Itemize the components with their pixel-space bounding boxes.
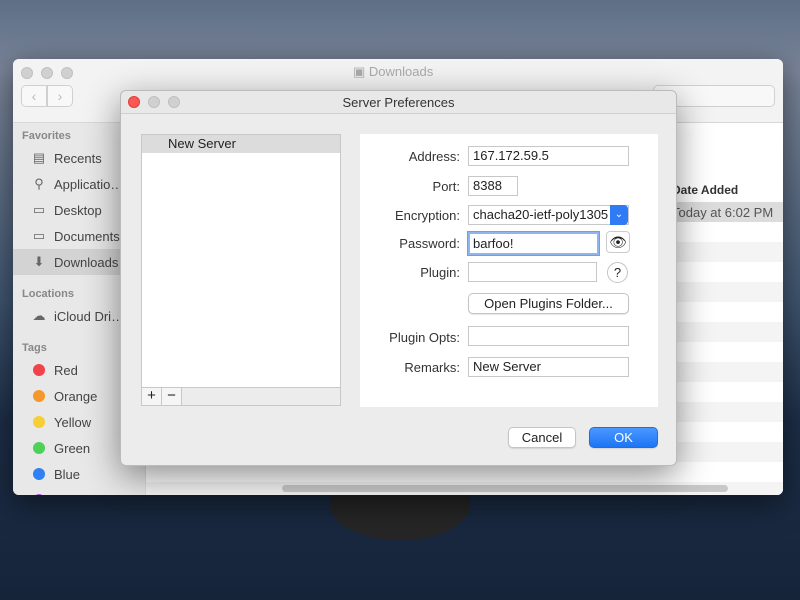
help-icon[interactable]: ? xyxy=(607,262,628,283)
sidebar-item-label: Yellow xyxy=(54,414,92,430)
server-preferences-dialog: Server Preferences New Server + − Addres… xyxy=(120,90,677,466)
tag-color-dot-icon xyxy=(33,494,45,495)
sidebar-item-label: Documents xyxy=(54,228,120,244)
sidebar-item-label: Red xyxy=(54,362,78,378)
password-label: Password: xyxy=(399,236,460,251)
back-button[interactable]: ‹ xyxy=(21,85,47,107)
open-plugins-folder-button[interactable]: Open Plugins Folder... xyxy=(468,293,629,314)
server-list-controls: + − xyxy=(141,388,341,406)
column-header-date-added[interactable]: Date Added xyxy=(672,183,738,197)
ok-button[interactable]: OK xyxy=(589,427,658,448)
finder-title-text: Downloads xyxy=(368,64,434,79)
sidebar-item-label: Orange xyxy=(54,388,98,404)
encryption-value: chacha20-ietf-poly1305 xyxy=(473,207,609,222)
encryption-select[interactable]: chacha20-ietf-poly1305 ⌄ xyxy=(468,205,629,225)
tag-color-dot-icon xyxy=(33,468,45,480)
dialog-title: Server Preferences xyxy=(342,95,455,110)
finder-close-button[interactable] xyxy=(21,67,33,79)
row-date: Today at 6:02 PM xyxy=(672,205,774,220)
tag-color-dot-icon xyxy=(33,442,45,454)
sidebar-item-label: iCloud Dri… xyxy=(54,308,125,324)
forward-button[interactable]: › xyxy=(47,85,73,107)
port-label: Port: xyxy=(432,179,460,194)
remove-server-button[interactable]: − xyxy=(162,388,182,405)
applications-icon: ⚲ xyxy=(34,176,44,191)
sidebar-item-label: Blue xyxy=(54,466,81,482)
documents-icon: ▭ xyxy=(32,228,46,243)
address-label: Address: xyxy=(408,149,460,164)
server-list-item[interactable]: New Server xyxy=(142,135,340,153)
port-field[interactable]: 8388 xyxy=(468,176,518,196)
finder-zoom-button[interactable] xyxy=(61,67,73,79)
downloads-icon: ⬇ xyxy=(33,254,45,269)
plugin-opts-label: Plugin Opts: xyxy=(389,330,460,345)
add-server-button[interactable]: + xyxy=(142,388,162,405)
sidebar-item-label: Green xyxy=(54,440,91,456)
tag-color-dot-icon xyxy=(33,416,45,428)
server-form: Address: 167.172.59.5 Port: 8388 Encrypt… xyxy=(360,134,658,407)
chevron-down-icon: ⌄ xyxy=(610,205,628,225)
plugin-opts-field[interactable] xyxy=(468,326,629,346)
recents-icon: ▤ xyxy=(32,150,46,165)
show-password-eye-icon[interactable]: 👁 xyxy=(606,231,630,253)
sidebar-item-label: Downloads xyxy=(54,254,119,270)
remarks-field[interactable]: New Server xyxy=(468,357,629,377)
cancel-button[interactable]: Cancel xyxy=(508,427,576,448)
sidebar-item-label: Purple xyxy=(54,493,92,496)
sidebar-item-label: Applicatio… xyxy=(54,176,124,192)
finder-title: ▣ Downloads xyxy=(353,64,434,79)
dialog-titlebar: Server Preferences xyxy=(121,91,676,114)
plugin-field[interactable] xyxy=(468,262,597,282)
plugin-label: Plugin: xyxy=(420,265,460,280)
sidebar-tag-purple[interactable]: Purple xyxy=(13,487,145,495)
server-list: New Server xyxy=(141,134,341,388)
sidebar-item-label: Desktop xyxy=(54,202,102,218)
address-field[interactable]: 167.172.59.5 xyxy=(468,146,629,166)
tag-color-dot-icon xyxy=(33,364,45,376)
horizontal-scrollbar[interactable] xyxy=(282,485,728,492)
sidebar-item-label: Recents xyxy=(54,150,102,166)
tag-color-dot-icon xyxy=(33,390,45,402)
cloud-icon: ☁ xyxy=(32,308,46,323)
finder-minimize-button[interactable] xyxy=(41,67,53,79)
desktop-icon: ▭ xyxy=(32,202,46,217)
encryption-label: Encryption: xyxy=(394,208,460,223)
password-field[interactable]: barfoo! xyxy=(468,232,599,255)
remarks-label: Remarks: xyxy=(404,360,460,375)
